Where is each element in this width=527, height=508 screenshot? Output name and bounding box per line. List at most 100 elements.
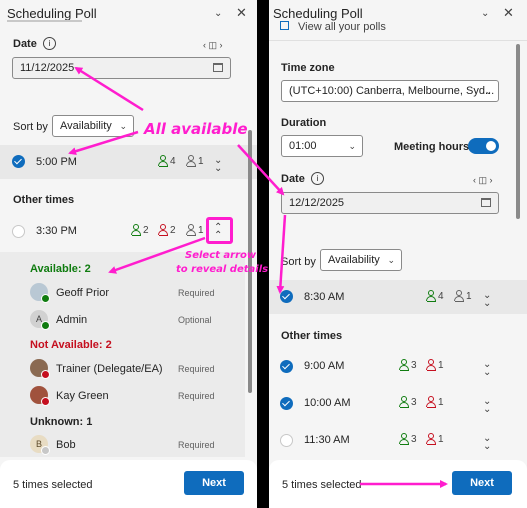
chevron-down-icon: ⌄ <box>387 255 395 265</box>
date-value: 11/12/2025 <box>20 62 75 74</box>
avatar <box>30 359 50 379</box>
info-icon[interactable]: i <box>311 172 324 185</box>
chevron-down-icon: ⌄ <box>484 86 492 96</box>
person-not-available-icon <box>158 224 168 236</box>
annotation-all-available: All available <box>144 120 248 138</box>
next-button[interactable]: Next <box>452 471 512 495</box>
date-navigation-icon[interactable]: ‹ ◫ › <box>203 39 223 51</box>
calendar-icon[interactable] <box>481 198 491 207</box>
checkbox-checked[interactable] <box>280 290 293 303</box>
person-available-icon <box>426 290 436 302</box>
available-heading: Available: 2 <box>30 263 91 275</box>
chevron-double-down-icon[interactable]: ⌄ ⌄ <box>483 360 491 378</box>
calendar-icon[interactable] <box>213 63 223 72</box>
scrollbar[interactable] <box>248 130 252 393</box>
chevron-double-down-icon[interactable]: ⌄ ⌄ <box>214 156 222 174</box>
timezone-value: (UTC+10:00) Canberra, Melbourne, Syd... <box>289 85 495 97</box>
sortby-label: Sort by <box>281 256 316 268</box>
attendance-role: Required <box>178 364 215 374</box>
checkbox-unchecked[interactable] <box>280 434 293 447</box>
time-label: 8:30 AM <box>304 291 345 303</box>
date-navigation-icon[interactable]: ‹ ◫ › <box>473 174 493 186</box>
time-label: 10:00 AM <box>304 397 351 409</box>
chevron-down-icon: ⌄ <box>348 141 356 151</box>
right-panel: Scheduling Poll ⌄ ✕ View all your polls … <box>269 0 527 508</box>
duration-value: 01:00 <box>289 140 317 152</box>
title-underline <box>7 20 82 22</box>
duration-dropdown[interactable]: 01:00 ⌄ <box>281 135 363 157</box>
chevron-down-icon[interactable]: ⌄ <box>214 8 222 20</box>
panel-title: Scheduling Poll <box>7 6 97 21</box>
time-label: 11:30 AM <box>304 434 350 446</box>
selected-time-row[interactable]: 5:00 PM 4 1 ⌄ ⌄ <box>0 145 257 179</box>
toggle-knob <box>486 141 496 151</box>
open-link-icon[interactable] <box>280 21 289 30</box>
view-all-polls-link[interactable]: View all your polls <box>298 21 386 33</box>
checkbox-unchecked[interactable] <box>12 225 25 238</box>
unknown-heading: Unknown: 1 <box>30 416 93 428</box>
date-label: Date <box>281 173 305 185</box>
person-unknown-icon <box>454 290 464 302</box>
available-count: 3 <box>411 434 417 445</box>
close-icon[interactable]: ✕ <box>236 6 247 19</box>
not-available-heading: Not Available: 2 <box>30 339 112 351</box>
date-field[interactable]: 11/12/2025 <box>12 57 231 79</box>
person-available-icon <box>158 155 168 167</box>
meeting-hours-label: Meeting hours <box>394 141 470 153</box>
annotation-reveal-details: to reveal details <box>176 264 269 275</box>
close-icon[interactable]: ✕ <box>503 6 514 19</box>
person-name: Bob <box>56 439 76 451</box>
chevron-down-icon[interactable]: ⌄ <box>481 8 489 20</box>
chevron-double-down-icon[interactable]: ⌄ ⌄ <box>483 434 491 452</box>
panel-title: Scheduling Poll <box>273 6 363 21</box>
info-icon[interactable]: i <box>43 37 56 50</box>
divider <box>269 40 527 41</box>
available-count: 3 <box>411 360 417 371</box>
selected-time-row[interactable]: 8:30 AM 4 1 ⌄ ⌄ <box>269 280 527 314</box>
person-available-icon <box>399 359 409 371</box>
other-times-heading: Other times <box>13 194 75 206</box>
time-row[interactable]: 11:30 AM 3 1 ⌄ ⌄ <box>269 423 527 457</box>
unknown-count: 1 <box>198 156 204 167</box>
checkbox-checked[interactable] <box>12 155 25 168</box>
sortby-dropdown[interactable]: Availability ⌄ <box>52 115 134 137</box>
chevron-double-down-icon[interactable]: ⌄ ⌄ <box>483 291 491 309</box>
person-available-icon <box>131 224 141 236</box>
avatar: A <box>30 310 50 330</box>
person-not-available-icon <box>426 433 436 445</box>
person-unknown-icon <box>186 224 196 236</box>
checkbox-checked[interactable] <box>280 360 293 373</box>
timezone-label: Time zone <box>281 62 335 74</box>
sortby-dropdown[interactable]: Availability ⌄ <box>320 249 402 271</box>
date-field[interactable]: 12/12/2025 <box>281 192 499 214</box>
available-count: 4 <box>438 291 444 302</box>
duration-label: Duration <box>281 117 327 129</box>
checkbox-checked[interactable] <box>280 397 293 410</box>
not-available-count: 1 <box>438 434 444 445</box>
unknown-count: 1 <box>466 291 472 302</box>
attendance-role: Required <box>178 440 215 450</box>
sortby-value: Availability <box>328 254 380 266</box>
time-row[interactable]: 10:00 AM 3 1 ⌄ ⌄ <box>269 386 527 420</box>
scrollbar[interactable] <box>516 44 520 219</box>
avatar <box>30 283 50 303</box>
times-selected-text: 5 times selected <box>282 479 362 491</box>
not-available-count: 1 <box>438 360 444 371</box>
attendance-role: Required <box>178 288 215 298</box>
date-label: Date <box>13 38 37 50</box>
timezone-dropdown[interactable]: (UTC+10:00) Canberra, Melbourne, Syd... … <box>281 80 499 102</box>
time-row[interactable]: 9:00 AM 3 1 ⌄ ⌄ <box>269 349 527 383</box>
sortby-label: Sort by <box>13 121 48 133</box>
person-available-icon <box>399 433 409 445</box>
person-not-available-icon <box>426 359 436 371</box>
chevron-double-down-icon[interactable]: ⌄ ⌄ <box>483 397 491 415</box>
person-name: Admin <box>56 314 88 326</box>
avatar: B <box>30 435 50 455</box>
attendance-role: Optional <box>178 315 212 325</box>
footer: 5 times selected Next <box>269 460 527 508</box>
person-available-icon <box>399 396 409 408</box>
next-button[interactable]: Next <box>184 471 244 495</box>
unknown-count: 1 <box>198 225 204 236</box>
meeting-hours-toggle[interactable] <box>468 138 499 154</box>
not-available-count: 1 <box>438 397 444 408</box>
